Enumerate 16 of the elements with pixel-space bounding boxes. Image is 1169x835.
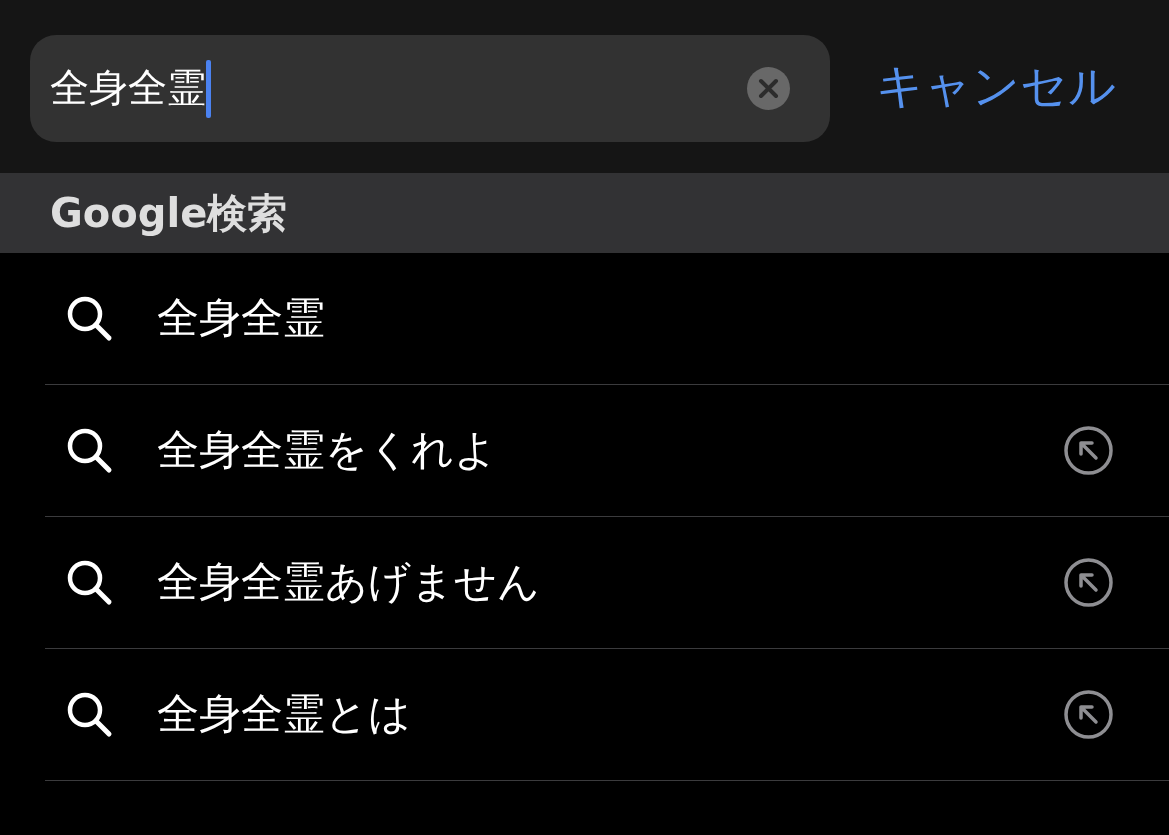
cancel-button[interactable]: キャンセル	[870, 58, 1122, 115]
arrow-up-left-icon[interactable]	[1064, 426, 1113, 475]
arrow-up-left-icon[interactable]	[1064, 690, 1113, 739]
search-field[interactable]: 全身全霊	[30, 35, 830, 142]
search-icon	[67, 691, 113, 738]
search-icon	[67, 427, 113, 474]
suggestion-text[interactable]: 全身全霊	[157, 293, 325, 344]
suggestion-text[interactable]: 全身全霊とは	[157, 689, 411, 740]
search-query-text: 全身全霊	[50, 65, 206, 112]
search-icon	[67, 559, 113, 606]
suggestion-text[interactable]: 全身全霊あげません	[157, 557, 540, 608]
arrow-up-left-icon[interactable]	[1064, 558, 1113, 607]
search-icon	[67, 295, 113, 342]
section-title: Google検索	[50, 189, 288, 237]
clear-icon[interactable]	[747, 67, 790, 110]
suggestion-text[interactable]: 全身全霊をくれよ	[157, 425, 497, 476]
